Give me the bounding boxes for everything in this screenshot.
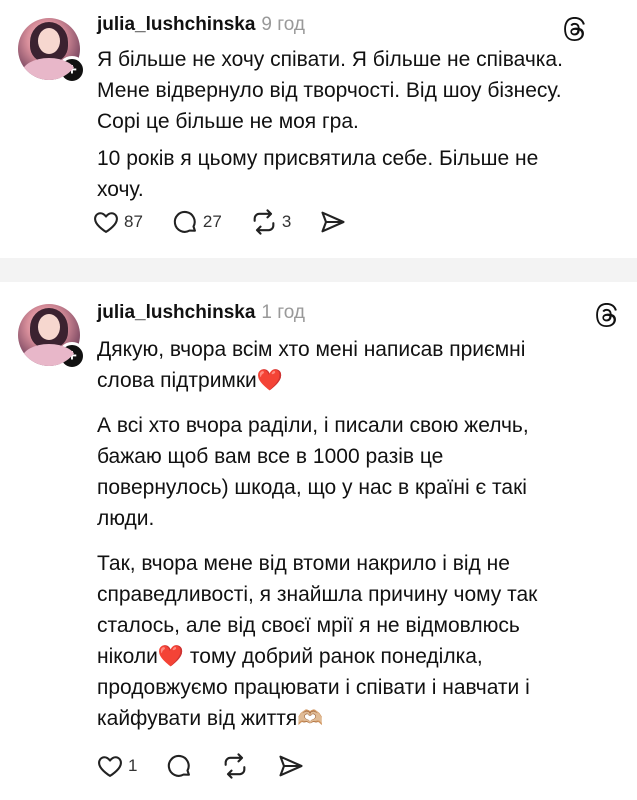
threads-logo-icon[interactable] bbox=[593, 302, 619, 328]
heart-hands-emoji: 🫶🏼 bbox=[297, 707, 324, 730]
post-line: Сорі це більше не моя гра. bbox=[97, 110, 359, 133]
send-paper-plane-icon bbox=[279, 755, 304, 777]
username[interactable]: julia_lushchinska bbox=[97, 302, 255, 323]
like-button[interactable]: 1 bbox=[96, 752, 137, 780]
post-line: бажаю щоб вам все в 1000 разів це bbox=[97, 445, 444, 468]
post-line: Мене відвернуло від творчості. Від шоу б… bbox=[97, 79, 562, 102]
post-line: повернулось) шкода, що у нас в країні є … bbox=[97, 476, 527, 499]
comment-button[interactable] bbox=[165, 752, 193, 780]
post-line: справедливості, я знайшла причину чому т… bbox=[97, 583, 538, 606]
post-line: люди. bbox=[97, 507, 155, 530]
post-line: слова підтримки❤️ bbox=[97, 369, 283, 392]
post-body: Дякую, вчора всім хто мені написав приєм… bbox=[97, 334, 627, 734]
like-count: 1 bbox=[128, 756, 138, 775]
repost-arrows-icon bbox=[253, 209, 275, 235]
post-line: кайфувати від життя🫶🏼 bbox=[97, 707, 324, 730]
post-header: julia_lushchinska 9 год bbox=[97, 14, 305, 36]
post-line: Дякую, вчора всім хто мені написав приєм… bbox=[97, 338, 526, 361]
post-line: сталось, але від своєї мрії я не відмовл… bbox=[97, 614, 520, 637]
post-time: 9 год bbox=[261, 14, 306, 35]
repost-button[interactable] bbox=[221, 752, 249, 780]
post-time: 1 год bbox=[261, 302, 306, 323]
post-body: Я більше не хочу співати. Я більше не сп… bbox=[97, 44, 617, 205]
red-heart-emoji: ❤️ bbox=[256, 369, 283, 392]
post-line: продовжуємо працювати і співати і навчат… bbox=[97, 676, 530, 699]
post-actions: 87 27 3 bbox=[92, 208, 375, 236]
comment-bubble-icon bbox=[173, 210, 196, 233]
send-paper-plane-icon bbox=[321, 211, 345, 233]
username[interactable]: julia_lushchinska bbox=[97, 14, 255, 35]
repost-count: 3 bbox=[281, 212, 292, 231]
post-line: 10 років я цьому присвятила себе. Більше… bbox=[97, 147, 539, 170]
like-button[interactable]: 87 bbox=[92, 208, 143, 236]
comment-button[interactable]: 27 bbox=[171, 208, 222, 236]
comment-count: 27 bbox=[202, 212, 222, 231]
repost-arrows-icon bbox=[225, 753, 246, 779]
post-line: Я більше не хочу співати. Я більше не сп… bbox=[97, 48, 563, 71]
threads-logo-icon[interactable] bbox=[561, 16, 587, 42]
post-line: А всі хто вчора раділи, і писали свою же… bbox=[97, 414, 529, 437]
comment-bubble-icon bbox=[168, 754, 191, 777]
red-heart-emoji: ❤️ bbox=[157, 645, 185, 668]
repost-button[interactable]: 3 bbox=[250, 208, 291, 236]
share-button[interactable] bbox=[319, 208, 347, 236]
post-line: Так, вчора мене від втоми накрило і від … bbox=[97, 552, 510, 575]
post-header: julia_lushchinska 1 год bbox=[97, 302, 305, 324]
post-card-2: + julia_lushchinska 1 год Дякую, вчора вс… bbox=[0, 282, 637, 800]
post-line: ніколи❤️ тому добрий ранок понеділка, bbox=[97, 645, 483, 668]
post-card-1: + julia_lushchinska 9 год Я більше не хоч… bbox=[0, 0, 637, 258]
avatar[interactable]: + bbox=[18, 304, 86, 370]
like-count: 87 bbox=[124, 212, 143, 231]
post-line: хочу. bbox=[97, 178, 144, 201]
share-button[interactable] bbox=[277, 752, 305, 780]
heart-outline-icon bbox=[94, 212, 118, 233]
post-actions: 1 bbox=[96, 752, 333, 780]
heart-outline-icon bbox=[98, 756, 122, 777]
avatar[interactable]: + bbox=[18, 18, 86, 84]
